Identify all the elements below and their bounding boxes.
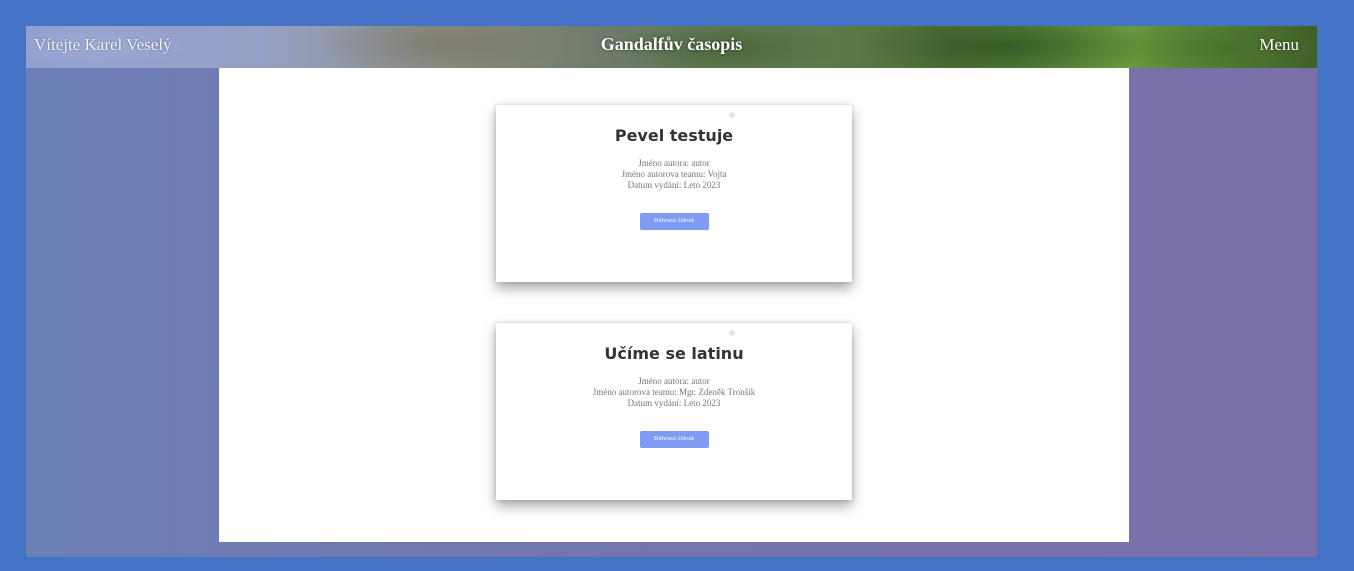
site-title[interactable]: Gandalfův časopis <box>26 34 1317 55</box>
dot-decoration <box>729 330 735 336</box>
article-title: Učíme se latinu <box>604 344 744 363</box>
article-date: Datum vydání: Leto 2023 <box>627 398 721 408</box>
article-card: Pevel testuje Jméno autora: autor Jméno … <box>496 105 852 282</box>
header-banner: Vítejte Karel Veselý Gandalfův časopis M… <box>26 26 1317 68</box>
download-article-button[interactable]: Stáhnout článek <box>639 431 709 448</box>
article-team: Jméno autorova teamu: Mgr. Zdeněk Tronší… <box>592 387 756 397</box>
article-meta: Jméno autora: autor Jméno autorova teamu… <box>496 376 852 409</box>
menu-button[interactable]: Menu <box>1259 35 1299 55</box>
article-author: Jméno autora: autor <box>638 158 710 168</box>
article-team: Jméno autorova teamu: Vojta <box>621 169 727 179</box>
download-article-button[interactable]: Stáhnout článek <box>639 213 709 230</box>
article-date: Datum vydání: Leto 2023 <box>627 180 721 190</box>
article-title: Pevel testuje <box>614 126 734 145</box>
article-card: Učíme se latinu Jméno autora: autor Jmén… <box>496 323 852 500</box>
main-content: Pevel testuje Jméno autora: autor Jméno … <box>219 68 1129 542</box>
app-frame: Vítejte Karel Veselý Gandalfův časopis M… <box>26 26 1317 557</box>
article-author: Jméno autora: autor <box>638 376 710 386</box>
dot-decoration <box>729 112 735 118</box>
article-meta: Jméno autora: autor Jméno autorova teamu… <box>496 158 852 191</box>
